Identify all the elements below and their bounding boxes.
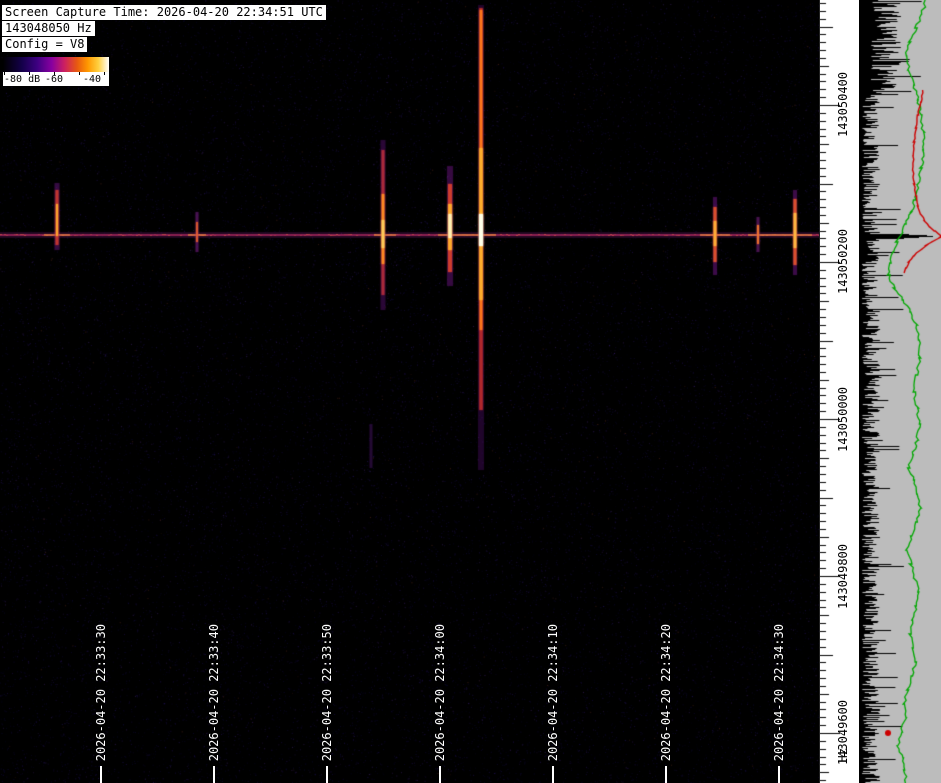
color-scale-gradient: [3, 57, 109, 72]
db-label-mid: -60: [45, 74, 63, 86]
time-axis-tick: [326, 766, 328, 783]
frequency-axis-label: 143049800: [836, 544, 850, 609]
frequency-axis-label: 143050000: [836, 387, 850, 452]
time-axis-label: 2026-04-20 22:33:30: [94, 624, 108, 761]
db-label-max: -40: [83, 74, 101, 86]
frequency-axis-label: 143050400: [836, 72, 850, 137]
color-scale-labels: -80 dB -60 -40: [3, 72, 109, 86]
time-axis-tick: [213, 766, 215, 783]
spectrogram-waterfall: [0, 0, 819, 783]
db-label-min: -80 dB: [4, 74, 40, 86]
capture-info: Screen Capture Time: 2026-04-20 22:34:51…: [2, 5, 326, 53]
capture-frequency-text: 143048050 Hz: [2, 21, 95, 36]
time-axis-tick: [100, 766, 102, 783]
time-axis-tick: [552, 766, 554, 783]
capture-time-text: Screen Capture Time: 2026-04-20 22:34:51…: [2, 5, 326, 20]
time-axis-label: 2026-04-20 22:34:00: [433, 624, 447, 761]
time-axis-label: 2026-04-20 22:34:30: [772, 624, 786, 761]
spectrogram-app: Screen Capture Time: 2026-04-20 22:34:51…: [0, 0, 941, 783]
time-axis-tick: [665, 766, 667, 783]
time-axis-label: 2026-04-20 22:34:10: [546, 624, 560, 761]
config-text: Config = V8: [2, 37, 87, 52]
time-axis-label: 2026-04-20 22:34:20: [659, 624, 673, 761]
spectrum-graph: [859, 0, 941, 783]
frequency-unit-label: Hz: [836, 748, 850, 762]
time-axis-tick: [778, 766, 780, 783]
time-axis-label: 2026-04-20 22:33:50: [320, 624, 334, 761]
frequency-axis-label: 143050200: [836, 229, 850, 294]
time-axis-label: 2026-04-20 22:33:40: [207, 624, 221, 761]
frequency-scale: 1430504001430502001430500001430498001430…: [819, 0, 859, 783]
time-axis-tick: [439, 766, 441, 783]
color-scale-legend: -80 dB -60 -40: [3, 57, 109, 86]
